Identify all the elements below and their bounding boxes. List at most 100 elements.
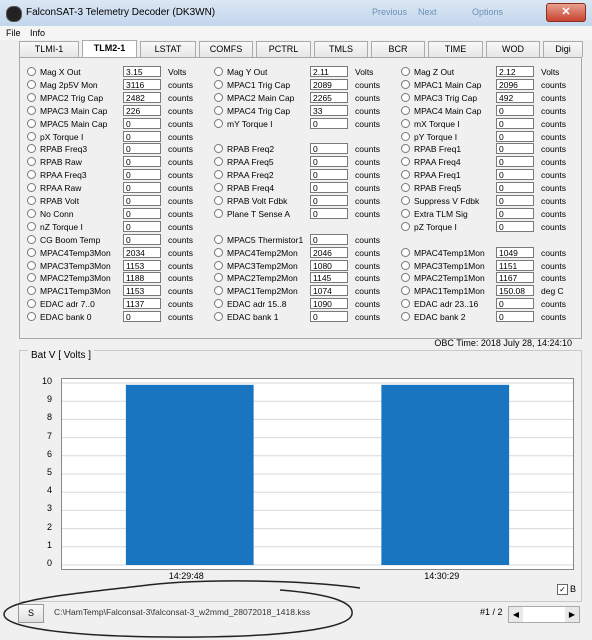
field-pz-torque-i-option[interactable]: pZ Torque I bbox=[401, 221, 457, 232]
radio-icon[interactable] bbox=[401, 273, 410, 283]
radio-icon[interactable] bbox=[401, 92, 410, 102]
field-mpac1temp1mon-option[interactable]: MPAC1Temp1Mon bbox=[401, 286, 485, 296]
field-edac-bank-2-option[interactable]: EDAC bank 2 bbox=[401, 312, 466, 322]
field-mpac2temp2mon-option[interactable]: MPAC2Temp2Mon bbox=[214, 273, 298, 283]
field-mpac1-trig-cap-option[interactable]: MPAC1 Trig Cap bbox=[214, 79, 290, 90]
radio-icon[interactable] bbox=[214, 118, 223, 128]
field-rpaa-freq1-option[interactable]: RPAA Freq1 bbox=[401, 170, 461, 180]
radio-icon[interactable] bbox=[401, 196, 410, 205]
field-mpac1temp3mon-option[interactable]: MPAC1Temp3Mon bbox=[27, 286, 111, 296]
radio-icon[interactable] bbox=[27, 299, 36, 309]
field-rpaa-raw-option[interactable]: RPAA Raw bbox=[27, 183, 81, 193]
radio-icon[interactable] bbox=[27, 221, 36, 231]
radio-icon[interactable] bbox=[214, 79, 223, 89]
field-rpaa-freq2-option[interactable]: RPAA Freq2 bbox=[214, 170, 274, 180]
field-mpac1temp2mon-option[interactable]: MPAC1Temp2Mon bbox=[214, 286, 298, 296]
field-rpab-volt-option[interactable]: RPAB Volt bbox=[27, 196, 79, 206]
radio-icon[interactable] bbox=[27, 67, 36, 76]
field-mpac3-main-cap-option[interactable]: MPAC3 Main Cap bbox=[27, 105, 107, 116]
field-mpac3temp3mon-option[interactable]: MPAC3Temp3Mon bbox=[27, 260, 111, 271]
field-mag-y-out-option[interactable]: Mag Y Out bbox=[214, 67, 267, 77]
field-rpab-freq4-option[interactable]: RPAB Freq4 bbox=[214, 183, 274, 193]
field-mpac4temp2mon-option[interactable]: MPAC4Temp2Mon bbox=[214, 247, 298, 258]
field-mpac2-trig-cap-option[interactable]: MPAC2 Trig Cap bbox=[27, 92, 103, 103]
field-edac-bank-1-option[interactable]: EDAC bank 1 bbox=[214, 312, 279, 322]
field-mpac5-thermistor1-option[interactable]: MPAC5 Thermistor1 bbox=[214, 234, 303, 245]
field-mag-x-out-option[interactable]: Mag X Out bbox=[27, 67, 81, 77]
radio-icon[interactable] bbox=[401, 157, 410, 167]
radio-icon[interactable] bbox=[401, 144, 410, 154]
radio-icon[interactable] bbox=[214, 196, 223, 205]
field-rpab-raw-option[interactable]: RPAB Raw bbox=[27, 157, 82, 167]
radio-icon[interactable] bbox=[214, 299, 223, 309]
radio-icon[interactable] bbox=[214, 208, 223, 218]
radio-icon[interactable] bbox=[214, 234, 223, 244]
tab-tlmi-1[interactable]: TLMI-1 bbox=[19, 41, 79, 57]
field-extra-tlm-sig-option[interactable]: Extra TLM Sig bbox=[401, 208, 468, 219]
radio-icon[interactable] bbox=[27, 312, 36, 322]
field-rpaa-freq5-option[interactable]: RPAA Freq5 bbox=[214, 157, 274, 167]
radio-icon[interactable] bbox=[27, 170, 36, 180]
field-mpac4temp1mon-option[interactable]: MPAC4Temp1Mon bbox=[401, 247, 485, 258]
field-py-torque-i-option[interactable]: pY Torque I bbox=[401, 131, 457, 142]
field-mpac5-main-cap-option[interactable]: MPAC5 Main Cap bbox=[27, 118, 107, 129]
radio-icon[interactable] bbox=[214, 183, 223, 193]
radio-icon[interactable] bbox=[214, 92, 223, 102]
radio-icon[interactable] bbox=[27, 208, 36, 218]
radio-icon[interactable] bbox=[27, 105, 36, 115]
radio-icon[interactable] bbox=[214, 157, 223, 167]
field-edac-adr-7-0-option[interactable]: EDAC adr 7..0 bbox=[27, 299, 95, 309]
field-suppress-v-fdbk-option[interactable]: Suppress V Fdbk bbox=[401, 196, 479, 206]
field-nz-torque-i-option[interactable]: nZ Torque I bbox=[27, 221, 83, 232]
radio-icon[interactable] bbox=[401, 208, 410, 218]
tab-comfs[interactable]: COMFS bbox=[199, 41, 253, 57]
tab-bcr[interactable]: BCR bbox=[371, 41, 425, 57]
radio-icon[interactable] bbox=[401, 260, 410, 270]
radio-icon[interactable] bbox=[401, 312, 410, 322]
field-edac-adr-15-8-option[interactable]: EDAC adr 15..8 bbox=[214, 299, 287, 309]
radio-icon[interactable] bbox=[27, 144, 36, 154]
radio-icon[interactable] bbox=[401, 105, 410, 115]
radio-icon[interactable] bbox=[27, 260, 36, 270]
radio-icon[interactable] bbox=[401, 170, 410, 180]
field-rpaa-freq3-option[interactable]: RPAA Freq3 bbox=[27, 170, 87, 180]
field-rpaa-freq4-option[interactable]: RPAA Freq4 bbox=[401, 157, 461, 167]
field-mpac2temp1mon-option[interactable]: MPAC2Temp1Mon bbox=[401, 273, 485, 283]
radio-icon[interactable] bbox=[27, 92, 36, 102]
radio-icon[interactable] bbox=[401, 67, 410, 76]
field-mag-z-out-option[interactable]: Mag Z Out bbox=[401, 67, 454, 77]
tab-pctrl[interactable]: PCTRL bbox=[256, 41, 311, 57]
radio-icon[interactable] bbox=[214, 312, 223, 322]
radio-icon[interactable] bbox=[401, 221, 410, 231]
radio-icon[interactable] bbox=[27, 273, 36, 283]
radio-icon[interactable] bbox=[27, 286, 36, 296]
radio-icon[interactable] bbox=[214, 247, 223, 257]
field-rpab-freq1-option[interactable]: RPAB Freq1 bbox=[401, 144, 461, 154]
tab-time[interactable]: TIME bbox=[428, 41, 483, 57]
field-mpac2-main-cap-option[interactable]: MPAC2 Main Cap bbox=[214, 92, 294, 103]
radio-icon[interactable] bbox=[214, 170, 223, 180]
field-mpac3-trig-cap-option[interactable]: MPAC3 Trig Cap bbox=[401, 92, 477, 103]
field-rpab-freq3-option[interactable]: RPAB Freq3 bbox=[27, 144, 87, 154]
radio-icon[interactable] bbox=[27, 157, 36, 167]
radio-icon[interactable] bbox=[214, 273, 223, 283]
field-mpac2temp3mon-option[interactable]: MPAC2Temp3Mon bbox=[27, 273, 111, 283]
radio-icon[interactable] bbox=[401, 131, 410, 141]
field-rpab-freq2-option[interactable]: RPAB Freq2 bbox=[214, 144, 274, 154]
radio-icon[interactable] bbox=[214, 67, 223, 76]
radio-icon[interactable] bbox=[214, 105, 223, 115]
field-mpac3temp1mon-option[interactable]: MPAC3Temp1Mon bbox=[401, 260, 485, 271]
close-button[interactable]: ✕ bbox=[546, 3, 586, 22]
radio-icon[interactable] bbox=[27, 234, 36, 244]
field-mpac4temp3mon-option[interactable]: MPAC4Temp3Mon bbox=[27, 247, 111, 258]
field-rpab-freq5-option[interactable]: RPAB Freq5 bbox=[401, 183, 461, 193]
radio-icon[interactable] bbox=[27, 79, 36, 89]
tab-wod[interactable]: WOD bbox=[486, 41, 540, 57]
field-px-torque-i-option[interactable]: pX Torque I bbox=[27, 131, 83, 142]
radio-icon[interactable] bbox=[27, 247, 36, 257]
field-plane-t-sense-a-option[interactable]: Plane T Sense A bbox=[214, 208, 290, 219]
radio-icon[interactable] bbox=[27, 131, 36, 141]
tab-tlm2-1[interactable]: TLM2-1 bbox=[82, 40, 137, 58]
radio-icon[interactable] bbox=[401, 118, 410, 128]
menu-file[interactable]: File bbox=[6, 28, 21, 38]
